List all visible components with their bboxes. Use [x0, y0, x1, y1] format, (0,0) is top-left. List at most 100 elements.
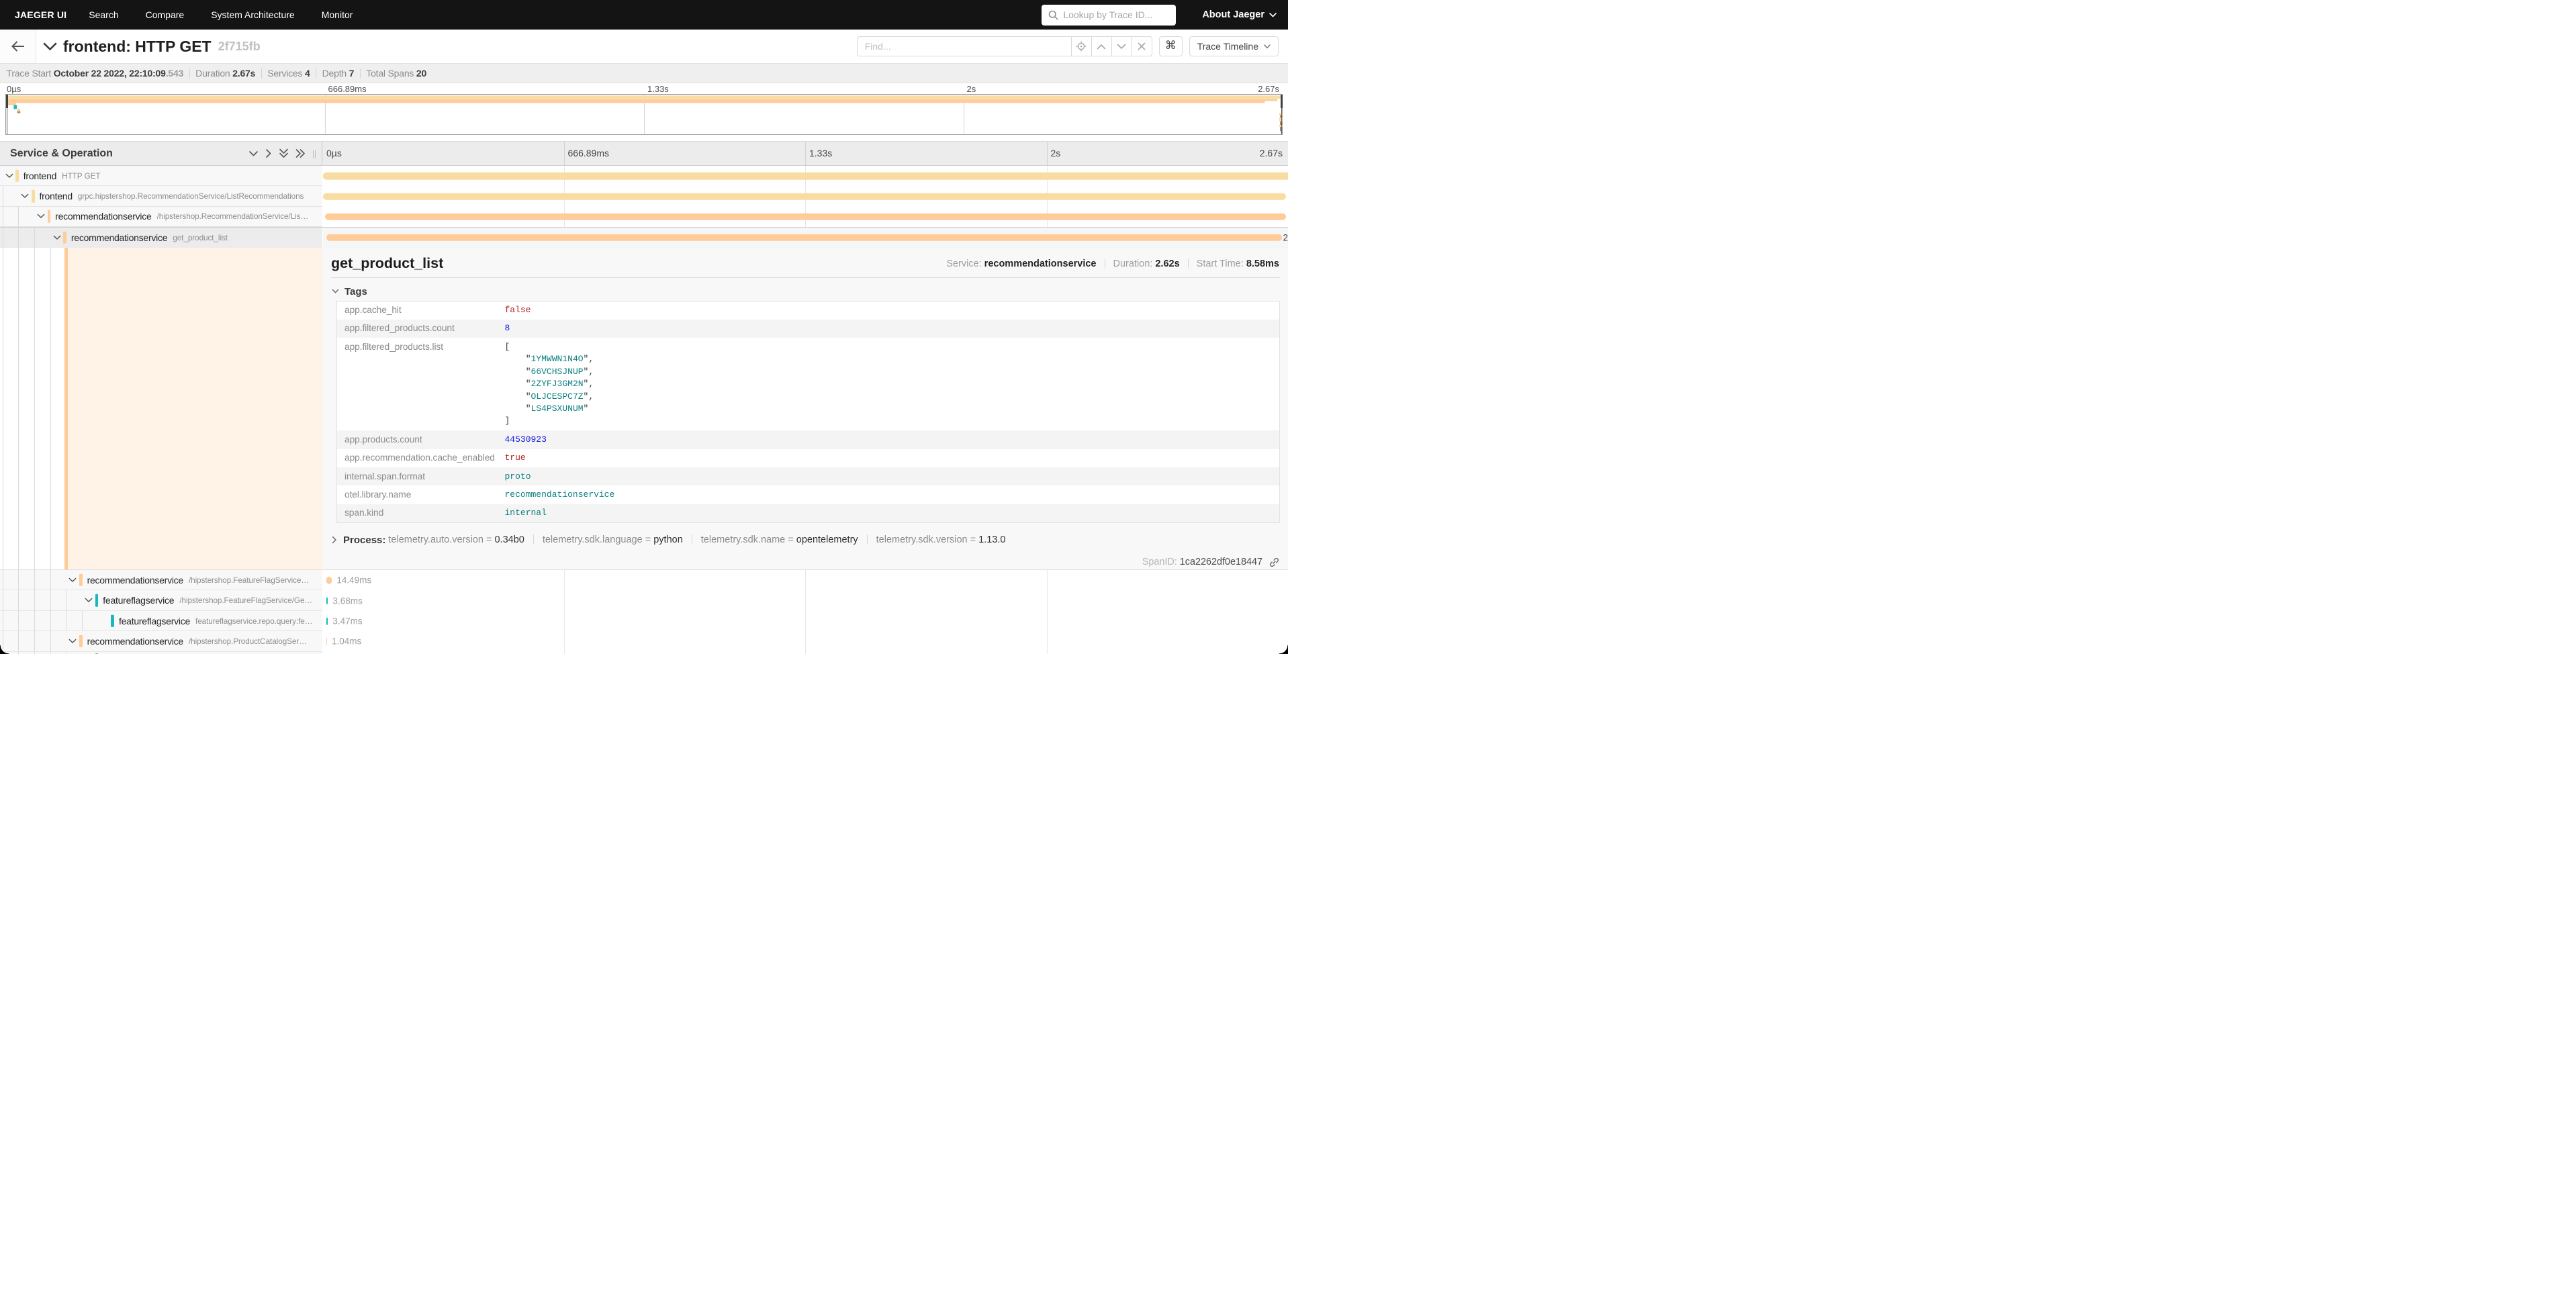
tags-title: Tags — [344, 286, 367, 297]
span-row-recommendationservice: recommendationservice/hipstershop.Produc… — [0, 631, 1288, 651]
indent-guide — [18, 248, 19, 570]
back-button[interactable] — [0, 30, 36, 63]
minimap-ruler: 0µs666.89ms1.33s2s2.67s — [0, 83, 1288, 94]
link-icon[interactable] — [1269, 557, 1280, 568]
app-logo[interactable]: JAEGER UI — [15, 9, 66, 20]
collapse-span-chevron[interactable] — [21, 193, 29, 199]
nav-item-search[interactable]: Search — [75, 9, 132, 20]
expand-one-icon[interactable] — [265, 148, 272, 158]
process-value: 1.13.0 — [978, 534, 1005, 545]
span-row-recommendationservice: recommendationserviceget_product_list2.6 — [0, 227, 1288, 247]
operation-name: /hipstershop.RecommendationService/Lis… — [157, 212, 309, 221]
span-duration-bar[interactable] — [323, 173, 1288, 180]
about-jaeger-menu[interactable]: About Jaeger — [1202, 9, 1277, 20]
collapse-title-chevron-icon[interactable] — [43, 42, 57, 51]
span-timeline-cell[interactable]: 3.47ms — [323, 611, 1288, 631]
chevron-down-icon — [1117, 44, 1126, 50]
span-timeline-cell[interactable]: 14.49ms — [323, 570, 1288, 590]
find-placeholder: Find... — [865, 41, 891, 52]
indent-guide — [34, 570, 35, 590]
tag-row-app.products.count: app.products.count44530923 — [337, 430, 1280, 449]
span-timeline-cell[interactable]: 3.68ms — [323, 590, 1288, 610]
nav-item-compare[interactable]: Compare — [132, 9, 198, 20]
collapse-span-chevron[interactable] — [37, 214, 45, 219]
nav-item-monitor[interactable]: Monitor — [308, 9, 367, 20]
span-timeline-cell[interactable] — [323, 166, 1288, 186]
tag-key: internal.span.format — [337, 467, 498, 485]
span-name-cell[interactable]: frontendHTTP GET — [0, 166, 322, 186]
span-name-cell[interactable]: recommendationservice/hipstershop.Featur… — [0, 570, 322, 590]
service-color-bar — [95, 594, 99, 607]
span-name-cell[interactable]: recommendationserviceget_product_list — [0, 228, 322, 247]
keyboard-shortcuts-button[interactable]: ⌘ — [1159, 36, 1183, 56]
service-color-bar — [48, 210, 51, 223]
minimap-span-mark — [8, 101, 1265, 103]
clear-find-button[interactable] — [1132, 36, 1152, 56]
tag-row-app.cache_hit: app.cache_hitfalse — [337, 301, 1280, 320]
crosshair-icon — [1076, 41, 1087, 52]
span-timeline-cell[interactable]: 2.6 — [323, 228, 1288, 247]
find-prev-button[interactable] — [1091, 36, 1111, 56]
column-resize-handle[interactable] — [313, 150, 318, 158]
service-color-bar — [15, 169, 19, 182]
screen-corner-artifact — [1279, 645, 1288, 654]
span-name-cell[interactable] — [0, 652, 322, 654]
trace-title-wrap: frontend: HTTP GET 2f715fb — [43, 30, 261, 63]
span-duration-bar[interactable] — [326, 638, 327, 645]
jaeger-trace-page: JAEGER UI SearchCompareSystem Architectu… — [0, 0, 1288, 654]
collapse-all-icon[interactable] — [279, 148, 289, 158]
collapse-span-chevron[interactable] — [53, 235, 61, 240]
indent-guide — [50, 248, 51, 570]
tags-accordion-toggle[interactable]: Tags — [332, 283, 367, 300]
span-timeline-cell[interactable] — [323, 186, 1288, 206]
span-name-cell[interactable]: featureflagservicefeatureflagservice.rep… — [0, 611, 322, 631]
screen-corner-artifact — [0, 645, 9, 654]
trace-minimap[interactable] — [5, 94, 1283, 135]
span-duration-bar[interactable] — [323, 193, 1286, 200]
expand-all-icon[interactable] — [295, 148, 306, 158]
span-name-cell[interactable]: featureflagservice/hipstershop.FeatureFl… — [0, 590, 322, 610]
service-name: featureflagservice — [103, 595, 174, 606]
chevron-up-icon — [1097, 44, 1106, 50]
find-next-button[interactable] — [1111, 36, 1132, 56]
collapse-span-chevron[interactable] — [85, 598, 93, 603]
trace-view-selector[interactable]: Trace Timeline — [1189, 36, 1279, 56]
collapse-one-icon[interactable] — [248, 150, 259, 157]
span-name-cell[interactable]: recommendationservice/hipstershop.Recomm… — [0, 207, 322, 227]
summary-separator — [189, 68, 190, 79]
span-duration-bar[interactable] — [326, 577, 332, 584]
trace-id-lookup-input[interactable]: Lookup by Trace ID... — [1042, 5, 1176, 26]
tags-table: app.cache_hitfalseapp.filtered_products.… — [336, 301, 1280, 524]
nav-item-system-architecture[interactable]: System Architecture — [197, 9, 308, 20]
process-key: telemetry.auto.version — [388, 534, 484, 545]
focus-spans-button[interactable] — [1071, 36, 1091, 56]
span-timeline-cell[interactable] — [323, 207, 1288, 227]
service-color-bar — [79, 574, 83, 587]
viewport-right-scrubber[interactable] — [1281, 95, 1283, 108]
collapse-span-chevron[interactable] — [68, 639, 77, 644]
span-duration-bar[interactable] — [326, 597, 328, 604]
span-timeline-cell[interactable] — [323, 652, 1288, 654]
span-duration-bar[interactable] — [326, 234, 1282, 242]
span-duration-bar[interactable] — [325, 214, 1285, 221]
collapse-span-chevron[interactable] — [68, 577, 77, 583]
process-accordion[interactable]: Process: telemetry.auto.version = 0.34b0… — [332, 534, 1005, 546]
ruler-tick-label: 1.33s — [809, 148, 832, 158]
span-name-cell[interactable]: recommendationservice/hipstershop.Produc… — [0, 631, 322, 651]
span-timeline-cell[interactable]: 1.04ms — [323, 631, 1288, 651]
collapse-controls — [248, 148, 306, 158]
find-input[interactable]: Find... — [857, 36, 1071, 56]
detail-meta-item: Service: recommendationservice — [946, 259, 1096, 269]
span-duration-bar[interactable] — [326, 618, 328, 625]
span-id-row: SpanID: 1ca2262df0e18447 — [1142, 557, 1280, 568]
summary-item: Total Spans 20 — [366, 68, 426, 79]
summary-item: Services 4 — [267, 68, 310, 79]
collapse-span-chevron[interactable] — [5, 173, 13, 179]
span-rows-container: frontendHTTP GETfrontendgrpc.hipstershop… — [0, 166, 1288, 654]
summary-item: Depth 7 — [322, 68, 355, 79]
process-separator — [867, 534, 868, 544]
tag-value: 44530923 — [498, 430, 1280, 449]
span-name-cell[interactable]: frontendgrpc.hipstershop.RecommendationS… — [0, 186, 322, 206]
viewport-left-scrubber[interactable] — [6, 95, 8, 108]
indent-guide — [34, 652, 35, 654]
